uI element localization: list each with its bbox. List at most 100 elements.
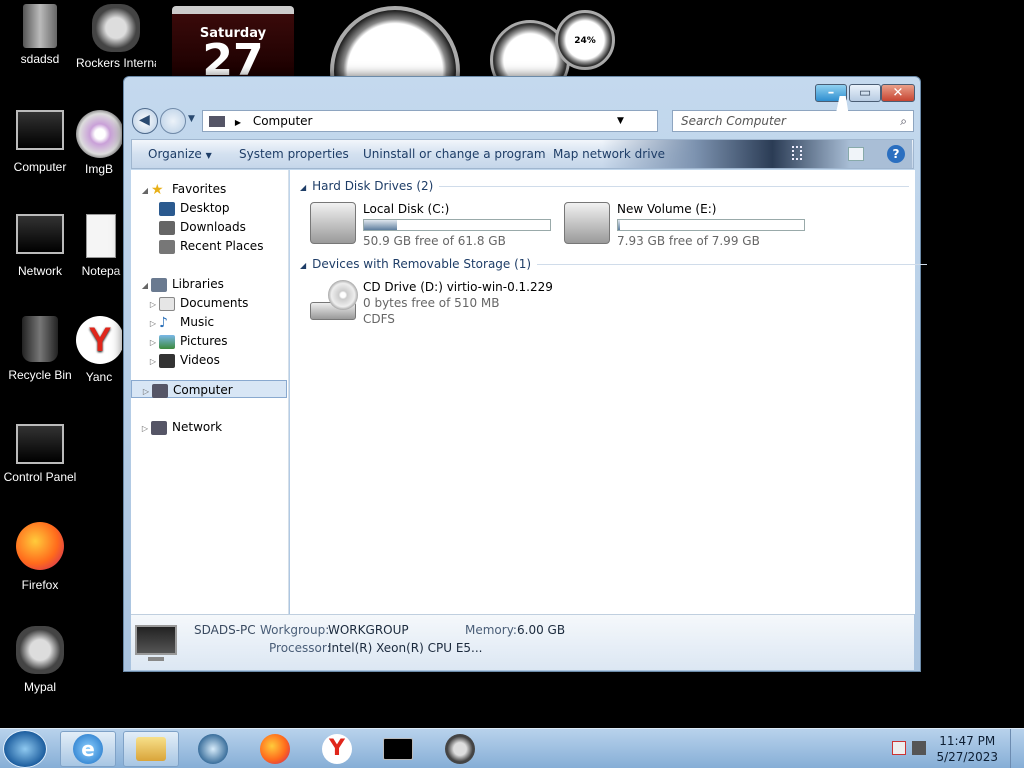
nav-recent-places[interactable]: Recent Places (159, 237, 263, 255)
drive-c[interactable]: Local Disk (C:) 50.9 GB free of 61.8 GB (310, 202, 560, 250)
desktop-icon-sdadsd[interactable]: sdadsd (0, 4, 80, 66)
cd-drive-icon (310, 280, 358, 324)
search-input[interactable]: Search Computer ⌕ (672, 110, 914, 132)
raccoon-icon (445, 734, 475, 764)
taskbar-yandex[interactable]: Y (309, 731, 365, 767)
group-header-removable[interactable]: ◢ Devices with Removable Storage (1) (300, 257, 928, 271)
libraries-icon (151, 277, 167, 292)
nav-music[interactable]: ▷ ♪ Music (147, 313, 214, 331)
show-desktop-button[interactable] (1010, 729, 1024, 768)
close-button[interactable]: ✕ (881, 84, 915, 102)
drive-d[interactable]: CD Drive (D:) virtio-win-0.1.229 0 bytes… (310, 280, 570, 330)
collapsed-triangle-icon: ▷ (149, 338, 157, 347)
taskbar-time: 11:47 PM (939, 734, 996, 748)
nav-desktop[interactable]: Desktop (159, 199, 230, 217)
nav-libraries[interactable]: ◢ Libraries (139, 275, 224, 293)
address-bar[interactable]: ▶ Computer ▼ ⇆ (202, 110, 721, 132)
recycle-bin-icon (22, 316, 58, 362)
group-header-hard-disks[interactable]: ◢ Hard Disk Drives (2) (300, 179, 910, 193)
preview-pane-icon[interactable] (848, 147, 864, 161)
hard-drive-icon (564, 202, 610, 244)
drive-e[interactable]: New Volume (E:) 7.93 GB free of 7.99 GB (564, 202, 814, 250)
desktop-icon-mypal[interactable]: Mypal (0, 626, 80, 694)
recent-places-icon (159, 239, 175, 254)
desktop-icon-imgburn[interactable]: ImgB (76, 110, 122, 176)
system-tray: 11:47 PM 5/27/2023 (884, 729, 1024, 768)
desktop-icon-firefox[interactable]: Firefox (0, 522, 80, 592)
minimize-icon: – (827, 85, 835, 101)
desktop-icon-computer[interactable]: Computer (0, 110, 80, 174)
computer-icon (152, 383, 168, 398)
start-button[interactable] (3, 730, 47, 768)
taskbar-media[interactable] (185, 731, 241, 767)
globe-icon (198, 734, 228, 764)
view-options-icon[interactable] (792, 146, 802, 160)
drive-usage-bar (617, 219, 805, 231)
desktop-icon-label: Firefox (21, 578, 59, 592)
memory-meter-gadget[interactable]: 24% (555, 10, 615, 70)
downloads-icon (159, 220, 175, 235)
nav-pictures[interactable]: ▷ Pictures (147, 332, 228, 350)
nav-favorites[interactable]: ◢ ★ Favorites (139, 180, 226, 198)
desktop-icon-label: Computer (13, 160, 67, 174)
address-dropdown-icon[interactable]: ▼ (617, 111, 624, 131)
nav-network[interactable]: ▷ Network (139, 418, 222, 436)
uninstall-program-button[interactable]: Uninstall or change a program (363, 147, 546, 161)
folder-icon (136, 737, 166, 761)
nav-label: Libraries (172, 277, 224, 291)
help-button[interactable]: ? (887, 145, 905, 163)
nav-label: Desktop (180, 201, 230, 215)
desktop-icon-network[interactable]: Network (0, 214, 80, 278)
music-icon: ♪ (159, 314, 168, 331)
desktop-icon-label: Yanc (85, 370, 113, 384)
taskbar-ie[interactable]: e (60, 731, 116, 767)
taskbar-date: 5/27/2023 (936, 750, 998, 764)
drive-name: CD Drive (D:) virtio-win-0.1.229 (363, 280, 553, 294)
processor-label: Processor: (269, 641, 331, 655)
nav-videos[interactable]: ▷ Videos (147, 351, 220, 369)
nav-computer[interactable]: ▷ Computer (131, 380, 287, 398)
yandex-icon: Y (76, 316, 122, 364)
firefox-icon (260, 734, 290, 764)
back-button[interactable]: ◀ (132, 108, 158, 134)
search-placeholder: Search Computer (681, 114, 786, 128)
disc-icon (76, 110, 122, 158)
search-icon[interactable]: ⌕ (900, 111, 907, 131)
system-properties-button[interactable]: System properties (239, 147, 349, 161)
monitor-stand (148, 657, 164, 661)
nav-documents[interactable]: ▷ Documents (147, 294, 248, 312)
meter-percent: 24% (574, 36, 596, 46)
breadcrumb-computer[interactable]: Computer (253, 114, 313, 128)
nav-label: Computer (173, 383, 233, 397)
taskbar-firefox[interactable] (247, 731, 303, 767)
network-status-icon[interactable] (912, 741, 926, 755)
desktop-icon-recycle-bin[interactable]: Recycle Bin (0, 316, 80, 382)
computer-large-icon (135, 625, 177, 655)
desktop-icon-label: Rockers Internat (76, 56, 156, 70)
desktop-icon-notepad[interactable]: Notepa (76, 214, 126, 278)
calendar-gadget[interactable]: Saturday 27 (172, 6, 294, 78)
organize-button[interactable]: Organize ▼ (148, 147, 212, 161)
action-center-flag-icon[interactable] (892, 741, 906, 755)
collapsed-triangle-icon: ▷ (149, 357, 157, 366)
desktop-icon-control-panel[interactable]: Control Panel (0, 424, 80, 484)
nav-downloads[interactable]: Downloads (159, 218, 246, 236)
taskbar-mypal[interactable] (432, 731, 488, 767)
explorer-window[interactable]: – ▭ ✕ ◀ ▼ ▶ Computer ▼ ⇆ Search Computer… (123, 76, 928, 672)
drive-filesystem: CDFS (363, 312, 395, 326)
taskbar-clock[interactable]: 11:47 PM 5/27/2023 (936, 733, 998, 765)
maximize-button[interactable]: ▭ (849, 84, 881, 102)
desktop-icon-label: Network (17, 264, 62, 278)
collapsed-triangle-icon: ▷ (149, 300, 157, 309)
desktop-icon-rockers[interactable]: Rockers Internat (76, 4, 156, 70)
taskbar-explorer[interactable] (123, 731, 179, 767)
drive-usage-bar (363, 219, 551, 231)
map-network-drive-button[interactable]: Map network drive (553, 147, 665, 161)
taskbar-cmd[interactable] (370, 731, 426, 767)
forward-button[interactable] (160, 108, 186, 134)
memory-value: 6.00 GB (517, 623, 566, 637)
recent-pages-chevron-icon[interactable]: ▼ (188, 114, 195, 124)
desktop-icon-yandex[interactable]: Y Yanc (76, 316, 122, 384)
taskbar: e Y 11:47 PM 5/27/2023 (0, 728, 1024, 768)
group-label: Devices with Removable Storage (1) (312, 257, 532, 271)
